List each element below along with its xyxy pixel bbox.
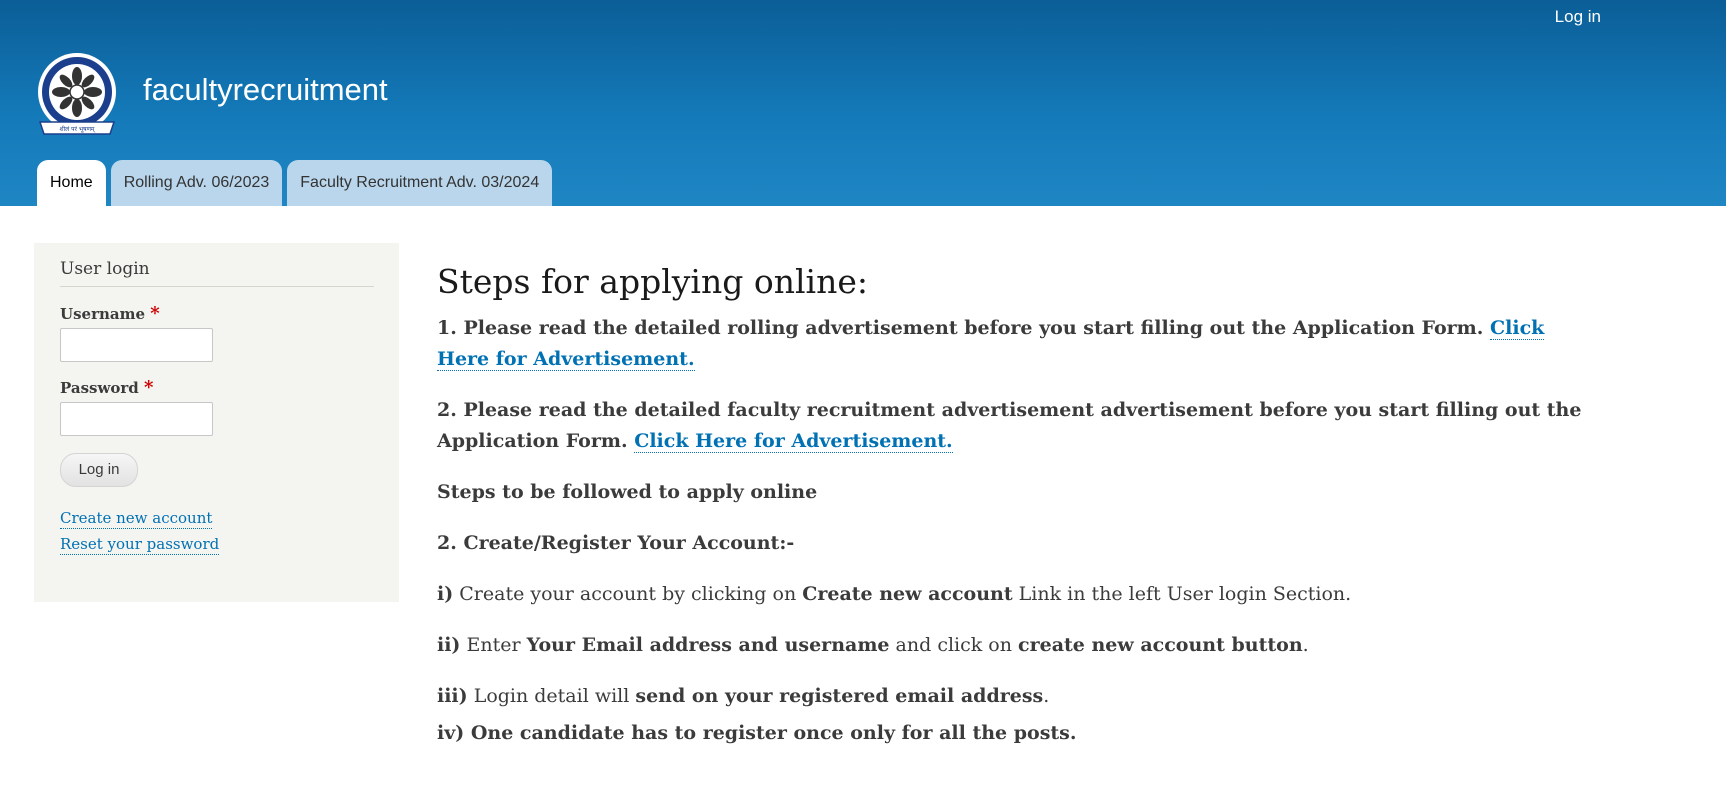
tab-faculty-recruitment-adv[interactable]: Faculty Recruitment Adv. 03/2024	[287, 160, 553, 206]
tab-home[interactable]: Home	[37, 160, 106, 206]
step-iv: iv) One candidate has to register once o…	[437, 722, 1077, 744]
create-account-link[interactable]: Create new account	[60, 509, 213, 529]
step-ii-text-b: Your Email address and username	[526, 634, 890, 656]
username-label-text: Username	[60, 305, 146, 323]
step-ii-text-c: and click on	[889, 634, 1019, 656]
step-iii-number: iii)	[437, 685, 468, 707]
institute-logo[interactable]: शीलं परं भूषणम्	[34, 52, 120, 142]
step-iii-text-c: .	[1043, 685, 1050, 707]
step-i: i) Create your account by clicking on Cr…	[437, 579, 1597, 610]
step-iii-text-a: Login detail will	[467, 685, 636, 707]
user-login-title: User login	[60, 259, 374, 287]
reset-password-link[interactable]: Reset your password	[60, 535, 220, 555]
step-i-number: i)	[437, 583, 454, 605]
step-rolling-adv: 1. Please read the detailed rolling adve…	[437, 313, 1597, 375]
step-ii-number: ii)	[437, 634, 461, 656]
logo-motto: शीलं परं भूषणम्	[60, 125, 96, 133]
steps-heading: Steps to be followed to apply online	[437, 481, 818, 503]
main-tabs: Home Rolling Adv. 06/2023 Faculty Recrui…	[37, 160, 553, 206]
password-input[interactable]	[60, 402, 213, 436]
password-label: Password *	[60, 377, 374, 398]
site-name[interactable]: facultyrecruitment	[143, 72, 388, 108]
faculty-adv-link[interactable]: Click Here for Advertisement.	[634, 430, 953, 453]
logo-emblem-icon: शीलं परं भूषणम्	[38, 53, 116, 135]
password-label-text: Password	[60, 379, 139, 397]
page-title: Steps for applying online:	[437, 262, 868, 301]
step-ii: ii) Enter Your Email address and usernam…	[437, 630, 1597, 661]
step-rolling-adv-text: 1. Please read the detailed rolling adve…	[437, 317, 1491, 339]
step-i-text-b: Create new account	[802, 583, 1013, 605]
user-login-block: User login Username * Password * Log in …	[34, 243, 399, 602]
step-ii-text-e: .	[1302, 634, 1309, 656]
step-i-text-a: Create your account by clicking on	[453, 583, 803, 605]
step-i-text-c: Link in the left User login Section.	[1012, 583, 1352, 605]
tab-rolling-adv[interactable]: Rolling Adv. 06/2023	[110, 160, 283, 206]
step-iii: iii) Login detail will send on your regi…	[437, 681, 1597, 712]
username-required-mark: *	[150, 303, 160, 324]
login-button[interactable]: Log in	[60, 453, 138, 487]
step-ii-text-d: create new account button	[1018, 634, 1303, 656]
step-iii-text-b: send on your registered email address	[635, 685, 1044, 707]
account-links: Create new account Reset your password	[60, 509, 374, 555]
step-ii-text-a: Enter	[460, 634, 527, 656]
password-required-mark: *	[144, 377, 154, 398]
username-input[interactable]	[60, 328, 213, 362]
header-login-link[interactable]: Log in	[1555, 7, 1601, 27]
main-content: Steps for applying online: 1. Please rea…	[437, 262, 1597, 769]
register-heading: 2. Create/Register Your Account:-	[437, 532, 795, 554]
step-faculty-adv: 2. Please read the detailed faculty recr…	[437, 395, 1597, 457]
site-header: Log in शीलं परं भूषणम् facultyrecruitmen…	[0, 0, 1726, 206]
step-faculty-adv-text: 2. Please read the detailed faculty recr…	[437, 399, 1582, 452]
username-label: Username *	[60, 303, 374, 324]
